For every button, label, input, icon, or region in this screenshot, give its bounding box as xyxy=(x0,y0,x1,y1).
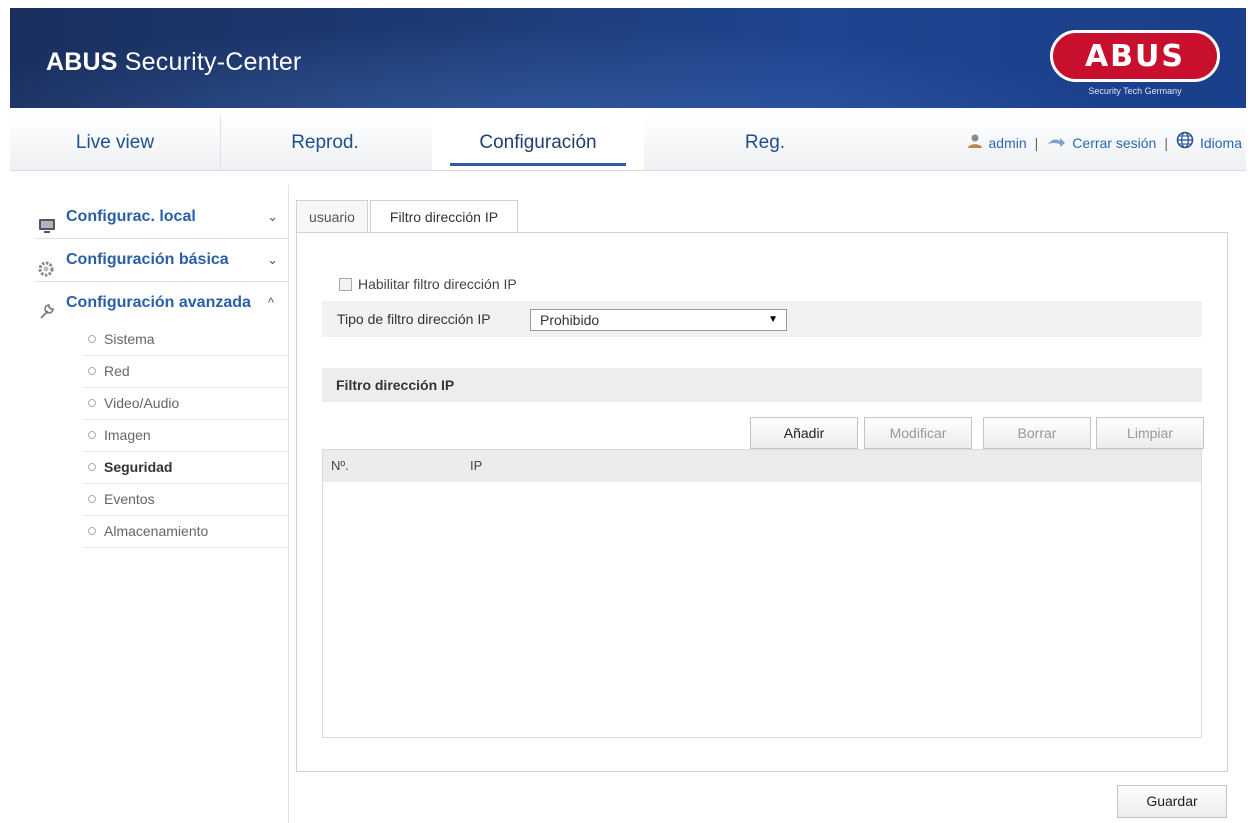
bullet-icon xyxy=(88,399,96,407)
admin-link[interactable]: admin xyxy=(989,135,1027,151)
chevron-down-icon: ⌄ xyxy=(267,252,278,267)
ip-filter-section-header: Filtro dirección IP xyxy=(322,368,1202,402)
user-icon xyxy=(967,117,983,171)
sidebar-item-sistema[interactable]: Sistema xyxy=(84,324,288,356)
sidebar: Configurac. local ⌄ Configuración básica… xyxy=(34,196,288,548)
enable-filter-row: Habilitar filtro dirección IP xyxy=(339,275,517,293)
filter-type-select[interactable]: Prohibido ▼ xyxy=(530,309,787,331)
ip-filter-panel: Habilitar filtro dirección IP Tipo de fi… xyxy=(296,232,1228,772)
sidebar-item-red[interactable]: Red xyxy=(84,356,288,388)
table-header: Nº. IP xyxy=(323,450,1201,482)
sidebar-divider xyxy=(288,185,289,823)
filter-type-value: Prohibido xyxy=(540,312,600,328)
chevron-down-icon: ⌄ xyxy=(267,209,278,224)
sidebar-section-advanced[interactable]: Configuración avanzada ^ xyxy=(34,282,288,324)
top-navigation: Live view Reprod. Configuración Reg. adm… xyxy=(10,116,1246,171)
filter-type-label: Tipo de filtro dirección IP xyxy=(337,311,491,327)
separator: | xyxy=(1034,135,1039,151)
add-button[interactable]: Añadir xyxy=(750,417,858,449)
sidebar-item-video-audio[interactable]: Video/Audio xyxy=(84,388,288,420)
bullet-icon xyxy=(88,367,96,375)
delete-button[interactable]: Borrar xyxy=(983,417,1091,449)
globe-icon xyxy=(1176,117,1194,171)
logo-oval: ABUS xyxy=(1050,30,1220,82)
tab-reprod[interactable]: Reprod. xyxy=(220,116,430,170)
sidebar-section-local[interactable]: Configurac. local ⌄ xyxy=(34,196,288,239)
column-header-ip: IP xyxy=(470,458,483,473)
app-title: ABUS Security-Center xyxy=(46,48,302,76)
language-link[interactable]: Idioma xyxy=(1200,135,1242,151)
separator: | xyxy=(1164,135,1168,151)
sidebar-item-seguridad[interactable]: Seguridad xyxy=(84,452,288,484)
sidebar-item-eventos[interactable]: Eventos xyxy=(84,484,288,516)
logo-tagline: Security Tech Germany xyxy=(1088,86,1182,96)
app-header: ABUS Security-Center ABUS Security Tech … xyxy=(10,8,1246,108)
ip-filter-table: Nº. IP xyxy=(322,449,1202,738)
bullet-icon xyxy=(88,463,96,471)
wrench-icon xyxy=(38,295,56,337)
ip-filter-section-title: Filtro dirección IP xyxy=(336,377,455,393)
sidebar-section-basic[interactable]: Configuración básica ⌄ xyxy=(34,239,288,282)
tab-reg[interactable]: Reg. xyxy=(660,116,870,170)
column-header-number: Nº. xyxy=(331,458,349,473)
logout-icon xyxy=(1046,117,1066,171)
enable-filter-label: Habilitar filtro dirección IP xyxy=(358,276,517,292)
tab-live-view[interactable]: Live view xyxy=(10,116,221,170)
bullet-icon xyxy=(88,527,96,535)
user-area: admin | Cerrar sesión | Idioma xyxy=(967,116,1242,170)
logout-link[interactable]: Cerrar sesión xyxy=(1072,135,1156,151)
sidebar-item-almacenamiento[interactable]: Almacenamiento xyxy=(84,516,288,548)
bullet-icon xyxy=(88,495,96,503)
chevron-up-icon: ^ xyxy=(267,295,274,310)
filter-type-row: Tipo de filtro dirección IP Prohibido ▼ xyxy=(322,301,1202,337)
bullet-icon xyxy=(88,335,96,343)
abus-logo: ABUS Security Tech Germany xyxy=(1050,30,1220,104)
sidebar-item-imagen[interactable]: Imagen xyxy=(84,420,288,452)
clear-button[interactable]: Limpiar xyxy=(1096,417,1204,449)
save-button[interactable]: Guardar xyxy=(1117,785,1227,818)
modify-button[interactable]: Modificar xyxy=(864,417,972,449)
bullet-icon xyxy=(88,431,96,439)
dropdown-arrow-icon: ▼ xyxy=(768,314,778,325)
tab-usuario[interactable]: usuario xyxy=(296,200,368,233)
tab-filtro-ip[interactable]: Filtro dirección IP xyxy=(370,200,518,234)
tab-configuracion[interactable]: Configuración xyxy=(432,116,644,170)
enable-filter-checkbox[interactable] xyxy=(339,277,352,291)
